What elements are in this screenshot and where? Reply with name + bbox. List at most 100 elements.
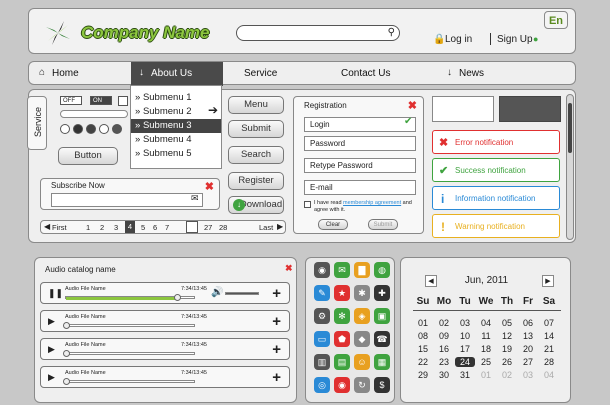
nav-contact[interactable]: Contact Us [341, 68, 390, 79]
trash-icon[interactable]: ▥ [314, 354, 330, 370]
calendar-day[interactable]: 16 [434, 344, 454, 354]
agree-checkbox[interactable] [304, 201, 311, 208]
form-submit-button[interactable]: Submit [368, 219, 398, 230]
eye-icon[interactable]: ◉ [334, 377, 350, 393]
toggle-on[interactable]: ON [90, 96, 112, 105]
company-name[interactable]: Company Name [81, 23, 209, 43]
calendar-day[interactable]: 11 [476, 331, 496, 341]
folder-icon[interactable]: ▇ [354, 262, 370, 278]
page-link[interactable]: 7 [165, 223, 169, 232]
page-jump-input[interactable] [186, 221, 198, 233]
calendar-day[interactable]: 25 [476, 357, 496, 367]
add-icon[interactable]: + [272, 313, 281, 330]
calendar-day[interactable]: 01 [413, 318, 433, 328]
add-icon[interactable]: + [272, 341, 281, 358]
people-icon[interactable]: ☺ [354, 354, 370, 370]
clear-button[interactable]: Clear [318, 219, 348, 230]
shield-icon[interactable]: ⬟ [334, 331, 350, 347]
agreement-link[interactable]: membership agreement [343, 200, 401, 206]
slider-track[interactable] [60, 110, 128, 118]
page-link[interactable]: 5 [141, 223, 145, 232]
nav-service[interactable]: Service [244, 68, 277, 79]
signup-link[interactable]: Sign Up [497, 34, 533, 45]
checkbox[interactable] [118, 96, 128, 106]
money-icon[interactable]: ▭ [314, 331, 330, 347]
login-field[interactable]: Login [304, 117, 416, 132]
last-arrow-icon[interactable]: ▶ [277, 222, 283, 231]
volume-slider[interactable] [225, 292, 259, 295]
login-link[interactable]: Log in [445, 34, 472, 45]
snowflake-icon[interactable]: ✻ [334, 308, 350, 324]
play-icon[interactable]: ▶ [48, 344, 55, 355]
gear-icon[interactable]: ✱ [354, 285, 370, 301]
calendar-day[interactable]: 17 [455, 344, 475, 354]
gamepad-icon[interactable]: ◎ [314, 377, 330, 393]
page-link[interactable]: 3 [114, 223, 118, 232]
dollar-icon[interactable]: $ [374, 377, 390, 393]
track-progress-knob[interactable] [63, 378, 70, 385]
nav-news[interactable]: News [459, 68, 484, 79]
subscribe-email-input[interactable] [51, 193, 203, 207]
page-link[interactable]: 28 [219, 223, 227, 232]
search-button[interactable]: Search [228, 146, 284, 164]
refresh-icon[interactable]: ↻ [354, 377, 370, 393]
page-link[interactable]: 27 [204, 223, 212, 232]
calendar-day[interactable]: 06 [518, 318, 538, 328]
calendar-day[interactable]: 04 [476, 318, 496, 328]
calendar-day[interactable]: 18 [476, 344, 496, 354]
close-icon[interactable]: ✖ [205, 180, 214, 193]
last-page[interactable]: Last [259, 223, 273, 232]
calendar-day-today[interactable]: 24 [455, 357, 475, 367]
track-progress-knob[interactable] [63, 350, 70, 357]
mail-icon[interactable]: ✉ [191, 193, 199, 204]
page-link[interactable]: 6 [153, 223, 157, 232]
scrollbar-thumb[interactable] [568, 103, 572, 153]
document-icon[interactable]: ▦ [374, 354, 390, 370]
calendar-day[interactable]: 03 [518, 370, 538, 380]
volume-icon[interactable]: 🔊 [211, 287, 223, 298]
calendar-day[interactable]: 28 [539, 357, 559, 367]
submenu-item-selected[interactable]: » Submenu 3 [131, 119, 221, 133]
close-icon[interactable]: ✖ [285, 263, 293, 274]
radio-empty-2[interactable] [99, 124, 109, 134]
track-progress-knob[interactable] [63, 322, 70, 329]
track-progress-bar[interactable] [63, 322, 195, 329]
next-month-button[interactable]: ▶ [542, 275, 554, 287]
calendar-day[interactable]: 10 [455, 331, 475, 341]
submenu-item[interactable]: » Submenu 4 [131, 133, 221, 147]
track-progress-bar[interactable] [63, 350, 195, 357]
page-link[interactable]: 1 [86, 223, 90, 232]
submit-button[interactable]: Submit [228, 120, 284, 138]
calendar-day[interactable]: 27 [518, 357, 538, 367]
calendar-day[interactable]: 08 [413, 331, 433, 341]
track-progress-bar[interactable] [63, 378, 195, 385]
calendar-day[interactable]: 05 [497, 318, 517, 328]
palette-icon[interactable]: ◈ [354, 308, 370, 324]
pause-icon[interactable]: ❚❚ [48, 288, 63, 299]
nav-about-us[interactable]: ↓ About Us [131, 62, 223, 86]
star-icon[interactable]: ★ [334, 285, 350, 301]
language-switch[interactable]: En [544, 11, 568, 29]
calendar-day[interactable]: 02 [434, 318, 454, 328]
phone-icon[interactable]: ☎ [374, 331, 390, 347]
cart-icon[interactable]: ▣ [374, 308, 390, 324]
side-tab-service[interactable]: Service [27, 96, 47, 150]
calendar-day[interactable]: 19 [497, 344, 517, 354]
calendar-day[interactable]: 09 [434, 331, 454, 341]
email-field[interactable]: E-mail [304, 180, 416, 195]
close-icon[interactable]: ✖ [408, 99, 417, 112]
camera-icon[interactable]: ▤ [334, 354, 350, 370]
settings-icon[interactable]: ⚙ [314, 308, 330, 324]
radio-filled[interactable] [73, 124, 83, 134]
calendar-day[interactable]: 23 [434, 357, 454, 367]
retype-password-field[interactable]: Retype Password [304, 158, 416, 173]
page-current[interactable]: 4 [125, 221, 135, 233]
add-icon[interactable]: + [272, 285, 281, 302]
scrollbar[interactable] [566, 94, 574, 240]
mic-icon[interactable]: ✚ [374, 285, 390, 301]
first-page[interactable]: First [52, 223, 67, 232]
search-icon[interactable]: ⚲ [388, 27, 395, 38]
calendar-day[interactable]: 31 [455, 370, 475, 380]
calendar-day[interactable]: 15 [413, 344, 433, 354]
search-input[interactable]: ⚲ [236, 25, 400, 41]
